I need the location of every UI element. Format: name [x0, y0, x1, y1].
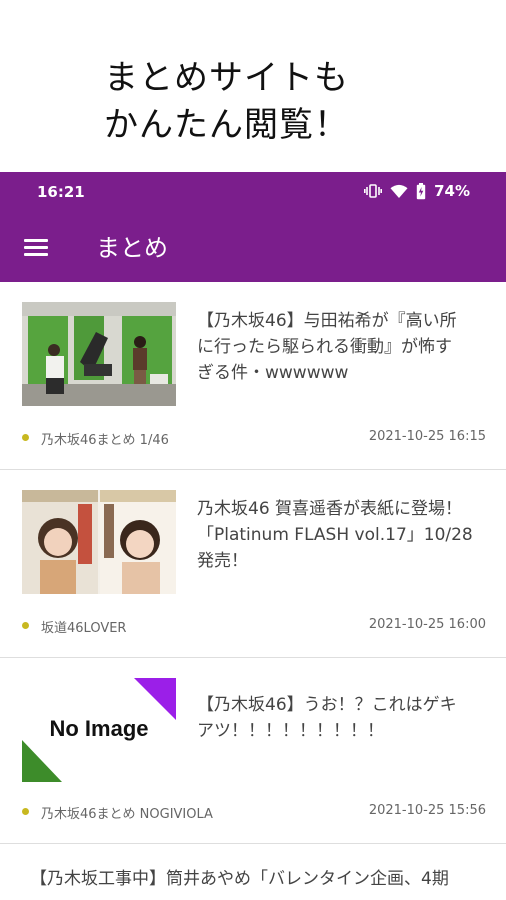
vibrate-icon [364, 183, 383, 199]
app-bar: まとめ [0, 214, 506, 282]
source-dot-icon [22, 434, 29, 441]
article-timestamp: 2021-10-25 15:56 [368, 803, 486, 818]
article-source: 乃木坂46まとめ 1/46 [41, 433, 169, 448]
article-title: 【乃木坂46】与田祐希が『高い所 に行ったら駆られる衝動』が怖す ぎる件・www… [197, 308, 487, 386]
article-meta: 乃木坂46まとめ NOGIVIOLA 2021-10-25 15:56 [22, 802, 486, 822]
source-dot-icon [22, 622, 29, 629]
article-timestamp: 2021-10-25 16:00 [368, 617, 486, 632]
article-title: 【乃木坂46】うお！？これはゲキ アツ！！！！！！！！！ [197, 692, 487, 744]
article-title-line: に行ったら駆られる衝動』が怖す [197, 337, 452, 357]
article-title-line: 【乃木坂46】うお！？これはゲキ [197, 695, 457, 715]
article-title: 【乃木坂工事中】筒井あやめ「バレンタイン企画、4期 [30, 866, 500, 892]
battery-charging-icon [416, 182, 426, 200]
promo-headline-line-1: まとめサイトも [104, 58, 349, 98]
promo-headline-line-2: かんたん閲覧！ [104, 105, 349, 145]
article-title-line: 「Platinum FLASH vol.17」10/28 [197, 525, 473, 545]
article-title-line: 乃木坂46 賀喜遥香が表紙に登場！ [197, 499, 463, 519]
article-title: 乃木坂46 賀喜遥香が表紙に登場！ 「Platinum FLASH vol.17… [197, 496, 487, 574]
app-bar-title: まとめ [96, 234, 168, 262]
article-title-line: 【乃木坂工事中】筒井あやめ「バレンタイン企画、4期 [30, 869, 449, 889]
status-icons: 74% [364, 182, 470, 200]
article-thumbnail [22, 490, 176, 594]
article-timestamp: 2021-10-25 16:15 [368, 429, 486, 444]
status-bar: 16:21 74% [0, 172, 506, 214]
article-thumbnail [22, 302, 176, 406]
article-card[interactable]: No Image 【乃木坂46】うお！？これはゲキ アツ！！！！！！！！！ 乃木… [0, 658, 506, 844]
source-dot-icon [22, 808, 29, 815]
article-title-line: 発売！ [197, 551, 248, 571]
promo-banner: まとめサイトも かんたん閲覧！ [0, 0, 506, 172]
article-card[interactable]: 【乃木坂46】与田祐希が『高い所 に行ったら駆られる衝動』が怖す ぎる件・www… [0, 282, 506, 470]
hamburger-menu-icon[interactable] [22, 236, 50, 260]
article-thumbnail: No Image [22, 678, 176, 782]
article-card[interactable]: 【乃木坂工事中】筒井あやめ「バレンタイン企画、4期 [0, 844, 506, 900]
no-image-label: No Image [49, 716, 149, 741]
article-card[interactable]: 乃木坂46 賀喜遥香が表紙に登場！ 「Platinum FLASH vol.17… [0, 470, 506, 658]
article-title-line: ぎる件・wwwwww [197, 363, 349, 383]
article-source: 乃木坂46まとめ NOGIVIOLA [41, 807, 213, 822]
article-title-line: アツ！！！！！！！！！ [197, 721, 384, 741]
battery-percentage: 74% [434, 182, 470, 200]
status-time: 16:21 [37, 183, 85, 201]
article-title-line: 【乃木坂46】与田祐希が『高い所 [197, 311, 457, 331]
article-meta: 乃木坂46まとめ 1/46 2021-10-25 16:15 [22, 428, 486, 448]
wifi-icon [390, 184, 408, 199]
article-meta: 坂道46LOVER 2021-10-25 16:00 [22, 616, 486, 636]
article-source: 坂道46LOVER [41, 621, 127, 636]
